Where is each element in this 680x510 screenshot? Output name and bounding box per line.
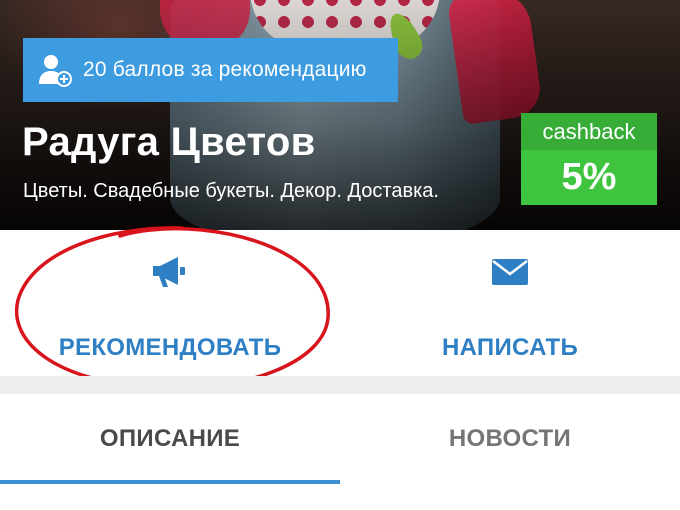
cashback-label: cashback <box>521 113 657 150</box>
cashback-badge: cashback 5% <box>521 113 657 205</box>
shop-title: Радуга Цветов <box>22 120 316 164</box>
active-tab-indicator <box>0 480 340 484</box>
tab-bar: ОПИСАНИЕ НОВОСТИ <box>0 394 680 510</box>
write-button[interactable]: НАПИСАТЬ <box>340 230 680 376</box>
tab-news[interactable]: НОВОСТИ <box>340 394 680 484</box>
recommend-button[interactable]: РЕКОМЕНДОВАТЬ <box>0 230 340 376</box>
megaphone-icon <box>150 254 190 290</box>
cashback-value: 5% <box>561 156 617 198</box>
write-label: НАПИСАТЬ <box>441 334 579 361</box>
tab-description[interactable]: ОПИСАНИЕ <box>0 394 340 484</box>
add-user-icon <box>37 52 73 88</box>
recommend-label: РЕКОМЕНДОВАТЬ <box>58 334 282 361</box>
shop-header: 20 баллов за рекомендацию Радуга Цветов … <box>0 0 680 230</box>
envelope-icon <box>490 254 530 290</box>
action-bar: РЕКОМЕНДОВАТЬ НАПИСАТЬ <box>0 230 680 376</box>
shop-subtitle: Цветы. Свадебные букеты. Декор. Доставка… <box>23 180 439 202</box>
section-divider <box>0 376 680 394</box>
referral-banner[interactable]: 20 баллов за рекомендацию <box>23 38 398 102</box>
referral-label: 20 баллов за рекомендацию <box>83 58 367 81</box>
